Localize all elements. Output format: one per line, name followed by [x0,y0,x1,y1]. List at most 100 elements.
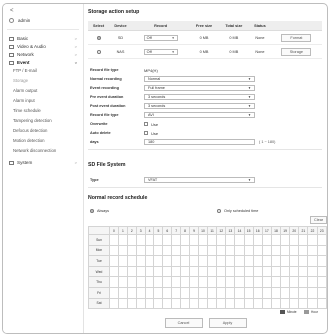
schedule-cell[interactable] [270,265,282,278]
schedule-cell[interactable] [135,244,146,257]
schedule-cell[interactable] [135,255,146,267]
auto-delete-checkbox[interactable] [144,131,148,135]
schedule-cell[interactable] [171,265,182,278]
sidebar-subitem-defocus-detection[interactable]: Defocus detection [13,128,47,133]
schedule-cell[interactable] [307,265,318,278]
schedule-cell[interactable] [126,276,137,288]
schedule-cell[interactable] [225,255,236,267]
schedule-cell[interactable] [252,244,263,257]
always-radio[interactable] [90,209,94,213]
schedule-cell[interactable] [144,286,155,299]
schedule-cell[interactable] [153,244,164,257]
sidebar-subitem-motion-detection[interactable]: Motion detection [13,138,45,143]
record-select-nas[interactable]: Off ▼ [143,48,178,55]
schedule-cell[interactable] [117,234,128,246]
schedule-cell[interactable] [144,234,155,246]
schedule-cell[interactable] [189,297,199,310]
schedule-cell[interactable] [207,276,218,288]
schedule-cell[interactable] [135,265,146,278]
schedule-cell[interactable] [316,234,327,246]
select-radio-nas[interactable] [96,49,101,54]
schedule-cell[interactable] [109,297,119,310]
schedule-cell[interactable] [261,276,272,288]
days-input[interactable]: 180 [144,139,255,145]
schedule-cell[interactable] [216,244,227,257]
schedule-cell[interactable] [280,265,291,278]
schedule-cell[interactable] [261,265,272,278]
schedule-cell[interactable] [234,265,245,278]
schedule-cell[interactable] [216,286,227,299]
schedule-cell[interactable] [153,297,164,310]
schedule-cell[interactable] [280,234,291,246]
schedule-cell[interactable] [207,244,218,257]
schedule-cell[interactable] [144,297,155,310]
schedule-cell[interactable] [225,276,236,288]
sidebar-item-video-audio[interactable]: Video & Audio > [9,44,79,49]
schedule-cell[interactable] [216,234,227,246]
schedule-cell[interactable] [180,255,191,267]
schedule-cell[interactable] [261,286,272,299]
schedule-cell[interactable] [180,286,191,299]
schedule-cell[interactable] [162,286,173,299]
schedule-cell[interactable] [153,234,164,246]
schedule-cell[interactable] [207,234,218,246]
schedule-cell[interactable] [109,244,119,257]
schedule-cell[interactable] [216,255,227,267]
schedule-cell[interactable] [171,286,182,299]
schedule-cell[interactable] [207,286,218,299]
schedule-cell[interactable] [261,297,272,310]
schedule-cell[interactable] [126,234,137,246]
schedule-cell[interactable] [252,297,263,310]
schedule-cell[interactable] [197,297,209,310]
schedule-cell[interactable] [298,265,309,278]
sidebar-subitem-time-schedule[interactable]: Time schedule [13,108,41,113]
schedule-cell[interactable] [162,255,173,267]
schedule-cell[interactable] [171,234,182,246]
event-recording-select[interactable]: Full frame ▼ [144,85,255,91]
schedule-cell[interactable] [197,286,209,299]
schedule-cell[interactable] [243,297,254,310]
schedule-cell[interactable] [270,255,282,267]
schedule-cell[interactable] [270,234,282,246]
sidebar-item-network[interactable]: Network > [9,52,79,57]
schedule-cell[interactable] [261,234,272,246]
schedule-cell[interactable] [261,255,272,267]
schedule-cell[interactable] [109,265,119,278]
schedule-cell[interactable] [126,255,137,267]
cancel-button[interactable]: Cancel [164,318,203,328]
pre-event-select[interactable]: 3 seconds ▼ [144,94,255,100]
sidebar-item-event[interactable]: Event v [9,60,79,65]
schedule-cell[interactable] [307,276,318,288]
schedule-cell[interactable] [171,297,182,310]
fs-type-select[interactable]: VFAT ▼ [144,177,255,183]
schedule-cell[interactable] [171,244,182,257]
schedule-cell[interactable] [189,286,199,299]
schedule-cell[interactable] [298,286,309,299]
schedule-cell[interactable] [316,255,327,267]
schedule-cell[interactable] [144,276,155,288]
schedule-cell[interactable] [289,255,300,267]
schedule-cell[interactable] [280,276,291,288]
schedule-cell[interactable] [225,297,236,310]
overwrite-checkbox[interactable] [144,122,148,126]
schedule-cell[interactable] [117,255,128,267]
schedule-cell[interactable] [126,286,137,299]
select-radio-sd[interactable] [96,35,101,40]
schedule-cell[interactable] [135,276,146,288]
schedule-cell[interactable] [126,297,137,310]
schedule-cell[interactable] [307,234,318,246]
schedule-cell[interactable] [216,276,227,288]
schedule-cell[interactable] [298,234,309,246]
schedule-cell[interactable] [162,244,173,257]
format-button[interactable]: Format [281,33,312,42]
schedule-cell[interactable] [180,234,191,246]
schedule-cell[interactable] [252,286,263,299]
schedule-cell[interactable] [234,297,245,310]
schedule-cell[interactable] [197,265,209,278]
schedule-cell[interactable] [289,234,300,246]
schedule-cell[interactable] [207,297,218,310]
schedule-cell[interactable] [144,265,155,278]
schedule-cell[interactable] [307,286,318,299]
schedule-cell[interactable] [225,244,236,257]
schedule-cell[interactable] [144,244,155,257]
